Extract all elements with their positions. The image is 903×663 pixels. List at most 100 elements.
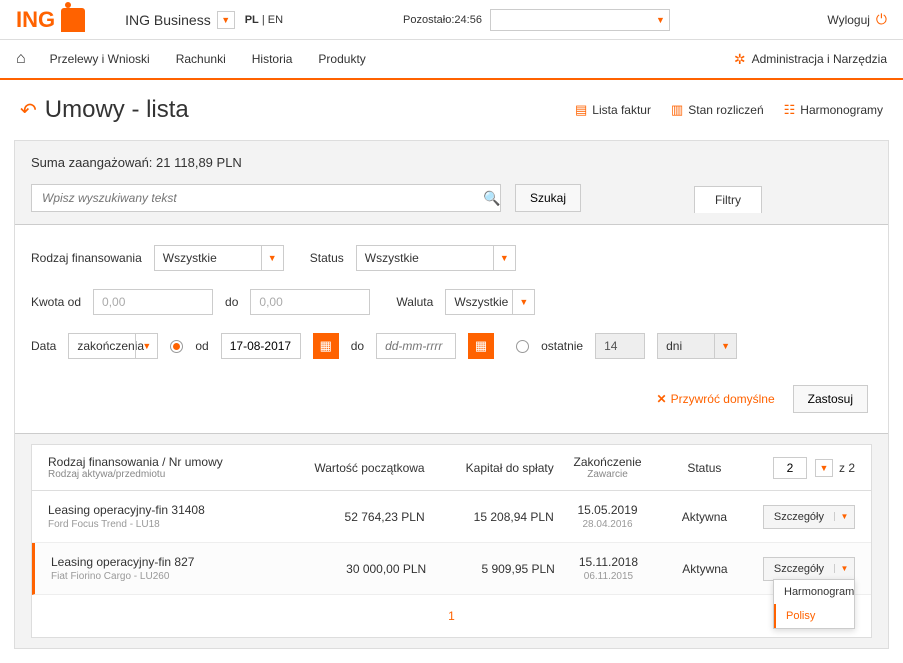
lang-active[interactable]: PL [245,14,259,26]
action-settlements[interactable]: ▥Stan rozliczeń [671,102,764,118]
filters-tab[interactable]: Filtry [694,186,762,213]
details-button[interactable]: Szczegóły▼ [763,557,855,581]
logo: ING [16,7,85,33]
row-capital: 5 909,95 PLN [426,562,555,576]
calendar-icon[interactable]: ▦ [313,333,339,359]
th-end: ZakończenieZawarcie [554,455,662,480]
gear-icon: ✲ [734,51,746,68]
financing-label: Rodzaj finansowania [31,251,142,265]
summary-value: 21 118,89 PLN [156,155,242,170]
menu-history[interactable]: Historia [252,52,293,66]
timer-label: Pozostało: [403,14,454,26]
row-status: Aktywna [662,562,748,576]
th-capital: Kapitał do spłaty [425,461,554,475]
timer-value: 24:56 [454,14,482,26]
table-row[interactable]: Leasing operacyjny-fin 31408Ford Focus T… [32,491,871,543]
page-total: z 2 [839,461,855,475]
power-icon: ⏻ [876,11,887,28]
date-last-radio[interactable] [516,340,529,353]
lang-other[interactable]: EN [268,14,283,26]
dropdown-policies[interactable]: Polisy [774,604,854,628]
content-panel: Suma zaangażowań: 21 118,89 PLN 🔍 Szukaj… [14,140,889,649]
amount-from-input[interactable] [93,289,213,315]
amount-from-label: Kwota od [31,295,81,309]
date-to-input[interactable] [376,333,456,359]
th-name: Rodzaj finansowania / Nr umowyRodzaj akt… [48,455,295,480]
th-initial: Wartość początkowa [295,461,424,475]
last-unit-select: dni▼ [657,333,737,359]
from-label: od [195,339,208,353]
amount-to-input[interactable] [250,289,370,315]
search-button[interactable]: Szukaj [515,184,581,212]
chevron-down-icon: ▼ [714,334,736,358]
details-button[interactable]: Szczegóły▼ [763,505,855,529]
search-row: 🔍 Szukaj Filtry [15,184,888,224]
summary-row: Suma zaangażowań: 21 118,89 PLN [15,141,888,184]
apply-filters-button[interactable]: Zastosuj [793,385,868,413]
last-value-input [595,333,645,359]
action-invoices[interactable]: ▤Lista faktur [575,102,651,118]
chevron-down-icon: ▼ [512,290,534,314]
menu-products[interactable]: Produkty [318,52,365,66]
pagination: 1 2 [32,595,871,637]
details-dropdown: Harmonogram Polisy [773,579,855,629]
dropdown-schedule[interactable]: Harmonogram [774,580,854,604]
back-icon[interactable]: ↶ [20,98,37,123]
lion-icon [61,8,85,32]
currency-label: Waluta [396,295,433,309]
title-bar: ↶ Umowy - lista ▤Lista faktur ▥Stan rozl… [0,80,903,140]
to-label: do [351,339,364,353]
date-label: Data [31,339,56,353]
logo-text: ING [16,7,55,33]
row-sub: Fiat Fiorino Cargo - LU260 [51,571,298,582]
menu-accounts[interactable]: Rachunki [176,52,226,66]
row-dates: 15.11.201806.11.2015 [555,555,662,582]
table-header: Rodzaj finansowania / Nr umowyRodzaj akt… [32,445,871,491]
reset-filters[interactable]: ✕Przywróć domyślne [657,392,775,406]
page-title: Umowy - lista [45,96,189,124]
logout-button[interactable]: Wyloguj ⏻ [827,11,887,28]
summary-label: Suma zaangażowań: [31,155,152,170]
app-dropdown[interactable]: ▼ [217,11,235,29]
menu-admin[interactable]: ✲ Administracja i Narzędzia [734,51,887,68]
date-range-radio[interactable] [170,340,183,353]
context-select[interactable]: ▼ [490,9,670,31]
action-schedules[interactable]: ☷Harmonogramy [784,102,883,118]
status-label: Status [310,251,344,265]
row-dates: 15.05.201928.04.2016 [554,503,662,530]
calendar-icon[interactable]: ▦ [468,333,494,359]
schedule-icon: ☷ [784,102,796,118]
th-status: Status [661,461,747,475]
row-capital: 15 208,94 PLN [425,510,554,524]
row-sub: Ford Focus Trend - LU18 [48,519,295,530]
row-name: Leasing operacyjny-fin 827 [51,555,194,569]
amount-to-label: do [225,295,238,309]
date-type-select[interactable]: zakończenia▼ [68,333,158,359]
page-dropdown[interactable]: ▼ [815,459,833,477]
chevron-down-icon: ▼ [834,512,854,521]
bars-icon: ▥ [671,102,683,118]
page-current[interactable]: 1 [448,609,455,623]
th-pager: ▼ z 2 [747,457,855,479]
last-label: ostatnie [541,339,583,353]
page-input[interactable] [773,457,807,479]
chevron-down-icon: ▼ [834,564,854,573]
row-initial: 30 000,00 PLN [298,562,427,576]
currency-select[interactable]: Wszystkie▼ [445,289,535,315]
financing-select[interactable]: Wszystkie▼ [154,245,284,271]
filter-area: Rodzaj finansowania Wszystkie▼ Status Ws… [15,224,888,434]
session-timer: Pozostało:24:56 [403,14,482,26]
chevron-down-icon: ▼ [493,246,515,270]
chevron-down-icon: ▼ [135,334,157,358]
row-status: Aktywna [661,510,747,524]
date-from-input[interactable] [221,333,301,359]
status-select[interactable]: Wszystkie▼ [356,245,516,271]
language-switch[interactable]: PL | EN [245,14,283,26]
search-input[interactable] [31,184,501,212]
home-icon[interactable]: ⌂ [16,50,26,68]
row-initial: 52 764,23 PLN [295,510,424,524]
search-icon: 🔍 [483,190,500,207]
menu-transfers[interactable]: Przelewy i Wnioski [50,52,150,66]
table-row[interactable]: Leasing operacyjny-fin 827 Fiat Fiorino C… [32,543,871,595]
menu-bar: ⌂ Przelewy i Wnioski Rachunki Historia P… [0,40,903,80]
